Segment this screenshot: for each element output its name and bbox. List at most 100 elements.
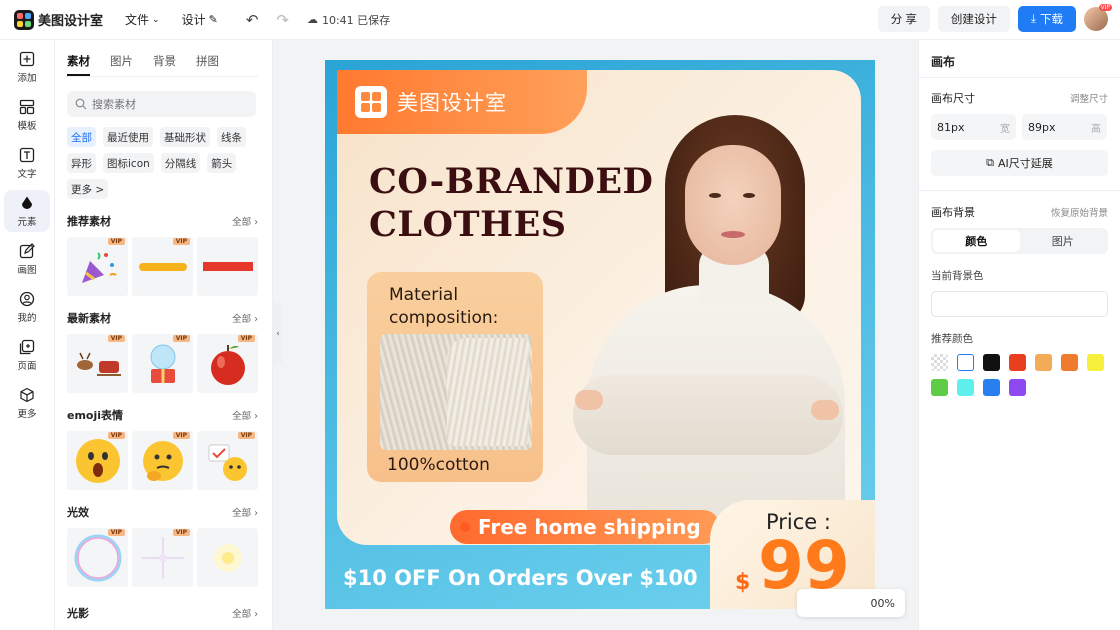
- section-title: 最新素材: [67, 312, 111, 325]
- tab-materials[interactable]: 素材: [67, 53, 90, 76]
- cloud-icon: ☁: [306, 13, 318, 26]
- bg-type-color[interactable]: 颜色: [933, 230, 1020, 252]
- canvas-stage: 美图设计室 CO-BRANDED CLOTHES Material compos…: [273, 40, 918, 630]
- asset-thumb-snowglobe-gift[interactable]: VIP: [132, 334, 193, 393]
- asset-thumb-apple[interactable]: VIP: [197, 334, 258, 393]
- asset-thumb-glow[interactable]: [197, 528, 258, 587]
- current-bg-color-swatch[interactable]: [931, 291, 1108, 317]
- share-button[interactable]: 分 享: [877, 6, 930, 32]
- canvas-bg-label: 画布背景: [931, 206, 975, 219]
- headline[interactable]: CO-BRANDED CLOTHES: [369, 160, 653, 246]
- section-all-link[interactable]: 全部 ›: [232, 505, 258, 519]
- material-card[interactable]: Material composition: 100%cotton: [367, 272, 543, 482]
- width-field[interactable]: 81px 宽: [931, 114, 1016, 140]
- asset-thumb-emoji-sign[interactable]: VIP: [197, 431, 258, 490]
- chip-dividers[interactable]: 分隔线: [160, 153, 201, 173]
- search-input[interactable]: [92, 97, 242, 111]
- color-swatch[interactable]: [983, 354, 1000, 371]
- model-hand-left: [575, 390, 603, 410]
- shipping-pill[interactable]: Free home shipping: [450, 510, 720, 544]
- offer-text[interactable]: $10 OFF On Orders Over $100: [343, 566, 698, 590]
- asset-thumb-bubble[interactable]: VIP: [67, 528, 128, 587]
- asset-thumb-emoji-thinking[interactable]: VIP: [132, 431, 193, 490]
- nav-label: 我的: [17, 312, 37, 324]
- nav-item-more[interactable]: 更多: [4, 382, 50, 424]
- model-crossed-arms: [573, 375, 843, 455]
- chip-arrows[interactable]: 箭头: [207, 153, 237, 173]
- section-all-link[interactable]: 全部 ›: [232, 408, 258, 422]
- color-swatches: [919, 346, 1119, 396]
- reindeer-sleigh-icon: [76, 352, 121, 376]
- chip-basic-shapes[interactable]: 基础形状: [160, 127, 210, 147]
- adjust-size-link[interactable]: 调整尺寸: [1070, 91, 1108, 105]
- nav-item-add[interactable]: 添加: [4, 46, 50, 88]
- chip-more[interactable]: 更多 >: [67, 179, 109, 199]
- bg-type-image[interactable]: 图片: [1020, 230, 1107, 252]
- tab-backgrounds[interactable]: 背景: [153, 53, 176, 76]
- file-menu[interactable]: 文件 ⌄: [125, 11, 160, 28]
- search-box[interactable]: [67, 91, 256, 117]
- color-swatch[interactable]: [1061, 354, 1078, 371]
- design-menu-label: 设计: [181, 13, 206, 27]
- section-title: emoji表情: [67, 409, 124, 422]
- nav-item-template[interactable]: 模板: [4, 94, 50, 136]
- asset-thumb-sleigh[interactable]: VIP: [67, 334, 128, 393]
- headline-line-2: CLOTHES: [369, 204, 567, 245]
- chip-lines[interactable]: 线条: [217, 127, 246, 147]
- template-icon: [19, 99, 35, 114]
- asset-thumb-emoji-shocked[interactable]: VIP: [67, 431, 128, 490]
- panel-collapse-handle[interactable]: ‹: [273, 302, 283, 366]
- sparkle-icon: [141, 536, 184, 579]
- user-icon: [19, 291, 35, 306]
- nav-item-draw[interactable]: 画图: [4, 238, 50, 280]
- section-all-link[interactable]: 全部 ›: [232, 311, 258, 325]
- asset-thumb-party-popper[interactable]: VIP: [67, 237, 128, 296]
- red-bar-shape: [202, 262, 253, 271]
- color-swatch[interactable]: [1087, 354, 1104, 371]
- edit-icon: [19, 242, 35, 258]
- emoji-with-sign-icon: [208, 444, 247, 481]
- design-menu[interactable]: 设计 ✎: [182, 11, 218, 28]
- shapes-icon: [22, 196, 32, 209]
- tab-images[interactable]: 图片: [110, 53, 133, 76]
- redo-icon[interactable]: ↷: [276, 11, 289, 29]
- color-swatch[interactable]: [1009, 354, 1026, 371]
- text-icon: [19, 147, 35, 162]
- download-button[interactable]: ⤓ 下载: [1017, 6, 1076, 32]
- nav-item-elements[interactable]: 元素: [4, 190, 50, 232]
- tab-collage[interactable]: 拼图: [196, 53, 219, 76]
- color-swatch[interactable]: [957, 379, 974, 396]
- nav-item-text[interactable]: 文字: [4, 142, 50, 184]
- create-design-button[interactable]: 创建设计: [937, 6, 1010, 32]
- color-swatch[interactable]: [1009, 379, 1026, 396]
- restore-bg-link[interactable]: 恢复原始背景: [1051, 205, 1108, 219]
- ai-resize-button[interactable]: ⧉ AI尺寸延展: [931, 150, 1108, 176]
- asset-thumb-yellow-stroke[interactable]: VIP: [132, 237, 193, 296]
- color-swatch[interactable]: [983, 379, 1000, 396]
- divider: [919, 190, 1120, 191]
- brand-banner[interactable]: 美图设计室: [337, 70, 587, 134]
- avatar[interactable]: VIP: [1084, 4, 1112, 31]
- color-swatch[interactable]: [931, 354, 948, 371]
- asset-thumb-red-bar[interactable]: [197, 237, 258, 296]
- chip-icons[interactable]: 图标icon: [103, 153, 154, 173]
- left-nav: 添加 模板 文字 元素 画图 我的 页面 更多: [0, 40, 55, 630]
- nav-item-pages[interactable]: 页面: [4, 334, 50, 376]
- color-swatch[interactable]: [957, 354, 974, 371]
- design-canvas[interactable]: 美图设计室 CO-BRANDED CLOTHES Material compos…: [325, 60, 875, 609]
- section-all-link[interactable]: 全部 ›: [232, 214, 258, 228]
- nav-item-mine[interactable]: 我的: [4, 286, 50, 328]
- zoom-control[interactable]: 00%: [797, 589, 905, 617]
- undo-icon[interactable]: ↶: [246, 11, 259, 29]
- chip-recent[interactable]: 最近使用: [103, 127, 153, 147]
- knit-fabric-fold: [447, 338, 529, 446]
- bg-type-toggle: 颜色 图片: [931, 228, 1108, 254]
- color-swatch[interactable]: [1035, 354, 1052, 371]
- color-swatch[interactable]: [931, 379, 948, 396]
- section-all-link[interactable]: 全部 ›: [232, 606, 258, 620]
- chip-all[interactable]: 全部: [67, 127, 96, 147]
- asset-thumb-sparkle[interactable]: VIP: [132, 528, 193, 587]
- properties-panel: 画布 画布尺寸 调整尺寸 81px 宽 89px 高 ⧉ AI尺寸延展 画布背景…: [918, 40, 1120, 630]
- chip-irregular[interactable]: 异形: [67, 153, 96, 173]
- height-field[interactable]: 89px 高: [1022, 114, 1107, 140]
